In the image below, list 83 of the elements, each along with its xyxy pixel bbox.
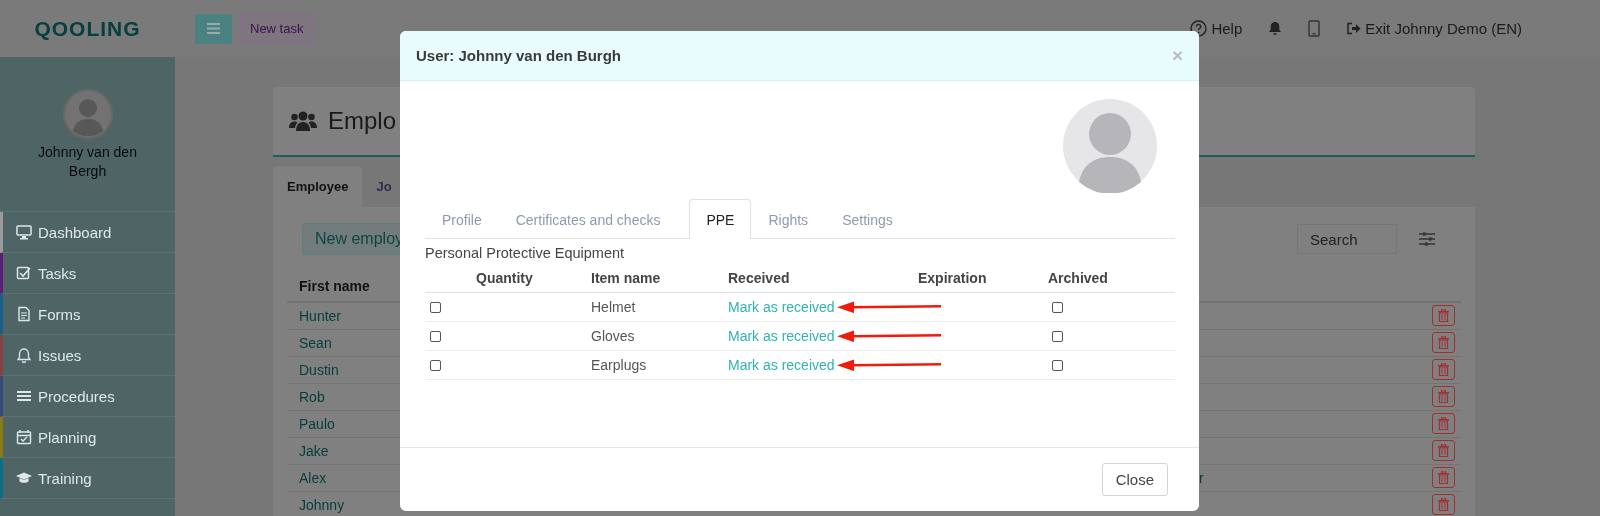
item-name: Helmet	[591, 299, 636, 315]
tab[interactable]: Jo	[362, 166, 392, 207]
bell-icon	[16, 347, 32, 363]
section-title: Personal Protective Equipment	[425, 245, 626, 261]
checkbox-icon	[16, 265, 32, 281]
bell-icon	[1268, 21, 1283, 36]
trash-icon	[1438, 390, 1449, 403]
item-name: Gloves	[591, 328, 635, 344]
calendar-icon	[16, 429, 32, 445]
trash-icon	[1438, 471, 1449, 484]
trash-icon	[1438, 363, 1449, 376]
monitor-icon	[16, 224, 32, 240]
exit-icon	[1346, 22, 1362, 35]
archived-checkbox[interactable]	[1052, 359, 1063, 371]
help-link[interactable]: Help	[1211, 20, 1243, 37]
search-field[interactable]: Search	[1297, 224, 1397, 254]
modal-title: User: Johnny van den Burgh	[416, 47, 622, 64]
sidebar-item[interactable]: Tasks	[0, 253, 175, 294]
column-header: First name	[298, 278, 370, 294]
exit-link[interactable]: Exit Johnny Demo (EN)	[1365, 20, 1522, 37]
tab[interactable]: Profile	[425, 199, 499, 239]
menu-button[interactable]	[195, 13, 232, 44]
delete-button[interactable]	[1432, 413, 1455, 434]
sidebar-item[interactable]: Dashboard	[0, 212, 175, 253]
mark-received-link[interactable]: Mark as received	[728, 299, 835, 315]
graduation-cap-icon	[16, 470, 32, 486]
sidebar-item[interactable]: Forms	[0, 294, 175, 335]
tab[interactable]: PPE	[689, 199, 752, 239]
item-name: Earplugs	[591, 357, 647, 373]
tab[interactable]: Rights	[751, 199, 826, 239]
name-link[interactable]: Dustin	[299, 362, 339, 378]
sidebar-item[interactable]: Planning	[0, 417, 175, 458]
checkbox[interactable]	[430, 330, 441, 342]
archived-checkbox[interactable]	[1052, 301, 1063, 313]
name-link[interactable]: Alex	[299, 470, 327, 486]
filter-icon	[1419, 231, 1435, 247]
column-header: Quantity	[475, 269, 534, 288]
column-header: Archived	[1047, 269, 1109, 288]
users-icon	[289, 110, 317, 132]
sidebar-item[interactable]: Training	[0, 458, 175, 499]
trash-icon	[1438, 309, 1449, 322]
column-header: Item name	[590, 269, 662, 288]
name-link[interactable]: Paulo	[299, 416, 335, 432]
list-icon	[16, 388, 32, 404]
name-link[interactable]: Jake	[299, 443, 329, 459]
tab[interactable]: Employee	[273, 166, 363, 207]
document-icon	[16, 306, 32, 322]
sidebar-item[interactable]: Issues	[0, 335, 175, 376]
trash-icon	[1438, 444, 1449, 457]
avatar-icon	[1063, 99, 1157, 193]
name-link[interactable]: Johnny	[299, 497, 345, 513]
name-link[interactable]: Sean	[299, 335, 332, 351]
mark-received-link[interactable]: Mark as received	[728, 357, 835, 373]
close-button[interactable]: Close	[1101, 463, 1168, 496]
avatar-icon	[62, 89, 113, 139]
logo[interactable]: QOOLING	[34, 16, 141, 41]
trash-icon	[1438, 336, 1449, 349]
checkbox[interactable]	[430, 301, 441, 313]
delete-button[interactable]	[1432, 305, 1455, 326]
delete-button[interactable]	[1432, 494, 1455, 515]
tab[interactable]: Settings	[825, 199, 910, 239]
delete-button[interactable]	[1432, 332, 1455, 353]
menu-icon	[207, 23, 220, 34]
close-icon[interactable]: ×	[1171, 44, 1183, 67]
sidebar-item[interactable]: Procedures	[0, 376, 175, 417]
archived-checkbox[interactable]	[1052, 330, 1063, 342]
new-task-button[interactable]: New task	[240, 13, 314, 44]
name-link[interactable]: Hunter	[299, 308, 342, 324]
column-header: Received	[727, 269, 791, 288]
trash-icon	[1438, 417, 1449, 430]
user-name: Johnny van den Bergh	[37, 143, 138, 181]
checkbox[interactable]	[430, 359, 441, 371]
delete-button[interactable]	[1432, 467, 1455, 488]
delete-button[interactable]	[1432, 440, 1455, 461]
column-header: Expiration	[917, 269, 988, 288]
table-cell: r	[1199, 470, 1204, 486]
tablet-icon	[1308, 20, 1321, 37]
name-link[interactable]: Rob	[299, 389, 325, 405]
mark-received-link[interactable]: Mark as received	[728, 328, 835, 344]
tab[interactable]: Certificates and checks	[498, 199, 678, 239]
delete-button[interactable]	[1432, 359, 1455, 380]
delete-button[interactable]	[1432, 386, 1455, 407]
trash-icon	[1438, 498, 1449, 511]
